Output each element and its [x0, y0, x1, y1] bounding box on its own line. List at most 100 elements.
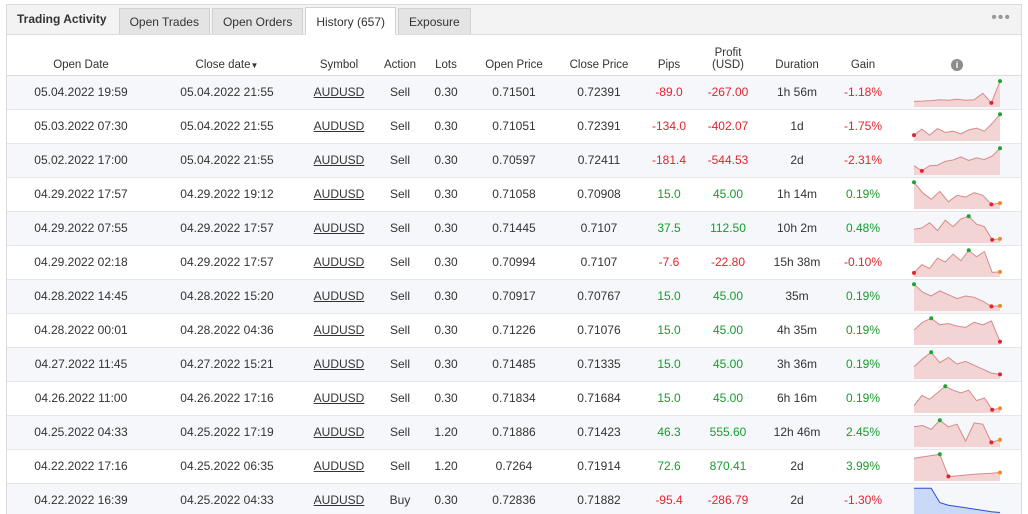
- cell-sparkline: [891, 211, 1021, 245]
- cell-action: Sell: [389, 119, 410, 133]
- sparkline-area: [914, 148, 1000, 175]
- sparkline-low-marker: [912, 270, 916, 275]
- cell-duration: 2d: [790, 459, 804, 473]
- cell-sparkline: [891, 177, 1021, 211]
- cell-duration: 3h 36m: [776, 357, 818, 371]
- table-row[interactable]: 04.27.2022 11:45 04.27.2022 15:21 AUDUSD Se…: [7, 347, 1021, 381]
- cell-close-price: 0.71076: [577, 323, 621, 337]
- cell-open-date: 04.26.2022 11:00: [34, 391, 128, 405]
- symbol-link[interactable]: AUDUSD: [314, 85, 365, 99]
- sparkline-area: [914, 386, 1000, 413]
- col-close-date[interactable]: Close date▼: [155, 35, 299, 76]
- symbol-link[interactable]: AUDUSD: [314, 425, 365, 439]
- table-row[interactable]: 04.28.2022 00:01 04.28.2022 04:36 AUDUSD Se…: [7, 313, 1021, 347]
- cell-pips: 46.3: [657, 425, 681, 439]
- ellipsis-icon[interactable]: •••: [991, 10, 1011, 26]
- tab-bar: Trading Activity Open Trades Open Orders…: [7, 5, 1021, 35]
- sparkline-area: [914, 114, 1000, 141]
- sparkline-area: [914, 284, 1000, 311]
- col-open-date[interactable]: Open Date: [7, 35, 155, 76]
- symbol-link[interactable]: AUDUSD: [314, 187, 365, 201]
- symbol-link[interactable]: AUDUSD: [314, 459, 365, 473]
- cell-pips: -181.4: [651, 153, 687, 167]
- cell-symbol: AUDUSD: [299, 347, 379, 381]
- cell-gain: -2.31%: [843, 153, 883, 167]
- cell-open-price: 0.70917: [492, 289, 536, 303]
- tab-history[interactable]: History (657): [305, 7, 397, 35]
- sparkline-high-marker: [929, 350, 934, 355]
- cell-close-price: 0.71882: [577, 493, 621, 507]
- table-row[interactable]: 04.29.2022 07:55 04.29.2022 17:57 AUDUSD Se…: [7, 211, 1021, 245]
- col-open-price[interactable]: Open Price: [471, 35, 557, 76]
- cell-close-date: 04.29.2022 17:57: [180, 255, 274, 269]
- symbol-link[interactable]: AUDUSD: [314, 357, 365, 371]
- cell-action: Buy: [389, 493, 411, 507]
- tab-exposure[interactable]: Exposure: [398, 8, 471, 34]
- symbol-link[interactable]: AUDUSD: [314, 493, 365, 507]
- sparkline-area: [914, 216, 1000, 243]
- table-header: Open Date Close date▼ Symbol Action Lots…: [7, 35, 1021, 76]
- cell-action: Sell: [389, 153, 410, 167]
- symbol-link[interactable]: AUDUSD: [314, 255, 365, 269]
- symbol-link[interactable]: AUDUSD: [314, 221, 365, 235]
- cell-duration: 6h 16m: [776, 391, 818, 405]
- col-lots[interactable]: Lots: [421, 35, 471, 76]
- cell-sparkline: [891, 483, 1021, 514]
- col-duration[interactable]: Duration: [759, 35, 835, 76]
- cell-duration: 4h 35m: [776, 323, 818, 337]
- table-row[interactable]: 05.02.2022 17:00 05.04.2022 21:55 AUDUSD Se…: [7, 143, 1021, 177]
- cell-profit: 45.00: [712, 357, 744, 371]
- table-row[interactable]: 05.04.2022 19:59 05.04.2022 21:55 AUDUSD Se…: [7, 75, 1021, 109]
- cell-action: Sell: [389, 85, 410, 99]
- symbol-link[interactable]: AUDUSD: [314, 323, 365, 337]
- cell-open-date: 04.22.2022 17:16: [34, 459, 128, 473]
- cell-profit: 45.00: [712, 289, 744, 303]
- cell-duration: 1h 14m: [776, 187, 818, 201]
- symbol-link[interactable]: AUDUSD: [314, 119, 365, 133]
- table-row[interactable]: 04.22.2022 17:16 04.25.2022 06:35 AUDUSD Se…: [7, 449, 1021, 483]
- table-row[interactable]: 04.25.2022 04:33 04.25.2022 17:19 AUDUSD Se…: [7, 415, 1021, 449]
- table-row[interactable]: 04.28.2022 14:45 04.28.2022 15:20 AUDUSD Se…: [7, 279, 1021, 313]
- tab-open-orders[interactable]: Open Orders: [211, 8, 304, 34]
- cell-duration: 2d: [790, 153, 804, 167]
- sparkline-low-marker: [990, 407, 995, 412]
- symbol-link[interactable]: AUDUSD: [314, 391, 365, 405]
- cell-profit: -22.80: [710, 255, 746, 269]
- trade-sparkline: [912, 248, 1002, 277]
- cell-sparkline: [891, 245, 1021, 279]
- cell-gain: -1.18%: [843, 85, 883, 99]
- cell-lots: 0.30: [434, 119, 458, 133]
- table-row[interactable]: 04.26.2022 11:00 04.26.2022 17:16 AUDUSD Se…: [7, 381, 1021, 415]
- cell-open-date: 04.29.2022 02:18: [34, 255, 128, 269]
- cell-sparkline: [891, 279, 1021, 313]
- symbol-link[interactable]: AUDUSD: [314, 289, 365, 303]
- cell-gain: 2.45%: [845, 425, 881, 439]
- cell-sparkline: [891, 313, 1021, 347]
- history-table: Open Date Close date▼ Symbol Action Lots…: [7, 35, 1021, 514]
- table-row[interactable]: 04.22.2022 16:39 04.25.2022 04:33 AUDUSD Bu…: [7, 483, 1021, 514]
- col-profit[interactable]: Profit (USD): [697, 35, 759, 76]
- cell-profit: -267.00: [707, 85, 749, 99]
- cell-close-price: 0.70908: [577, 187, 621, 201]
- cell-profit: 870.41: [709, 459, 747, 473]
- symbol-link[interactable]: AUDUSD: [314, 153, 365, 167]
- table-row[interactable]: 04.29.2022 02:18 04.29.2022 17:57 AUDUSD Se…: [7, 245, 1021, 279]
- cell-symbol: AUDUSD: [299, 211, 379, 245]
- info-icon[interactable]: i: [951, 58, 963, 71]
- table-row[interactable]: 04.29.2022 17:57 04.29.2022 19:12 AUDUSD Se…: [7, 177, 1021, 211]
- tab-open-trades[interactable]: Open Trades: [118, 8, 210, 34]
- col-action[interactable]: Action: [379, 35, 421, 76]
- sparkline-end-marker: [998, 236, 1002, 241]
- col-gain[interactable]: Gain: [835, 35, 891, 76]
- trade-sparkline: [912, 282, 1002, 311]
- table-row[interactable]: 05.03.2022 07:30 05.04.2022 21:55 AUDUSD Se…: [7, 109, 1021, 143]
- col-symbol[interactable]: Symbol: [299, 35, 379, 76]
- col-close-price[interactable]: Close Price: [557, 35, 641, 76]
- cell-gain: 0.19%: [845, 391, 881, 405]
- sparkline-area: [914, 250, 1000, 277]
- cell-close-date: 04.29.2022 17:57: [180, 221, 274, 235]
- sparkline-end-marker: [998, 437, 1002, 442]
- col-pips[interactable]: Pips: [641, 35, 697, 76]
- cell-open-date: 04.29.2022 07:55: [34, 221, 128, 235]
- col-profit-label: Profit: [714, 46, 742, 59]
